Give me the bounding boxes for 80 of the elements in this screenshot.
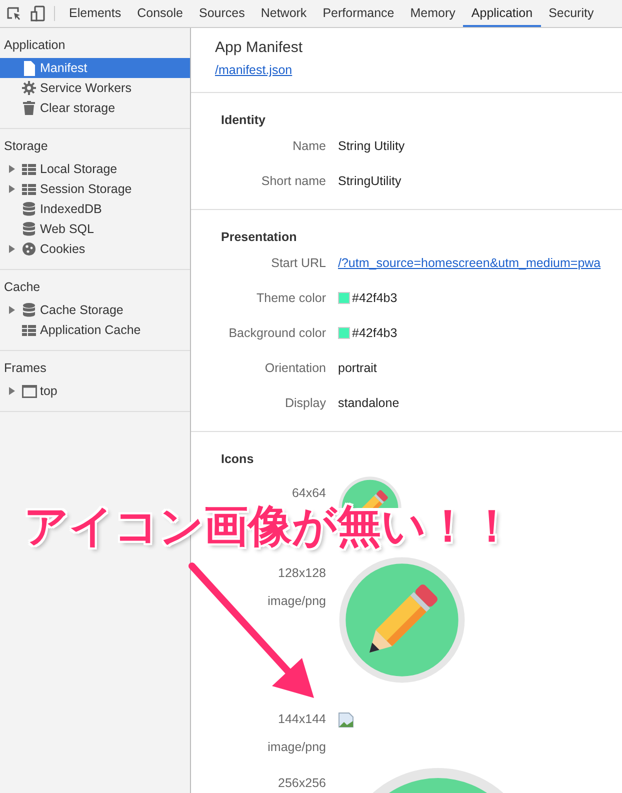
item-label: Cookies: [40, 242, 86, 256]
field-label: Background color: [228, 326, 326, 340]
field-label: Orientation: [264, 361, 326, 375]
expand-triangle-icon[interactable]: [8, 245, 16, 253]
field-label: Short name: [260, 174, 326, 188]
grid-icon: [22, 184, 36, 194]
item-label: Application Cache: [40, 323, 141, 337]
tab[interactable]: Console: [129, 0, 191, 27]
expand-triangle-icon[interactable]: [8, 165, 16, 173]
sidebar-item[interactable]: Service Workers: [0, 78, 190, 98]
field-value: StringUtility: [338, 174, 402, 188]
tab[interactable]: Application: [463, 0, 541, 27]
section-title: Icons: [220, 452, 255, 466]
section-heading: Cache: [3, 279, 42, 296]
item-label: Cache Storage: [40, 303, 124, 317]
field-value: String Utility: [338, 139, 405, 153]
inspect-icon[interactable]: [6, 6, 22, 22]
page-title: App Manifest: [215, 39, 304, 56]
tab[interactable]: Elements: [61, 0, 130, 27]
trash-icon: [23, 101, 35, 115]
section-title: Presentation: [220, 230, 298, 244]
sidebar-item[interactable]: Clear storage: [0, 98, 190, 118]
grid-icon: [22, 324, 36, 336]
gear-icon: [22, 81, 36, 95]
icon-size: 64x64: [290, 486, 326, 502]
expand-triangle-icon[interactable]: [8, 185, 16, 193]
section-heading: Application: [3, 37, 66, 54]
item-label: Session Storage: [40, 182, 132, 196]
tab[interactable]: Network: [252, 0, 315, 27]
database-icon: [23, 202, 35, 216]
database-icon: [23, 222, 35, 236]
item-label: Manifest: [40, 61, 88, 75]
sidebar-item[interactable]: Manifest: [0, 58, 190, 78]
icon-size: 256x256: [277, 776, 326, 792]
icon-type: image/png: [266, 594, 326, 610]
sidebar-item[interactable]: Cookies: [0, 239, 190, 259]
item-label: IndexedDB: [40, 202, 102, 216]
sidebar-item[interactable]: top: [0, 381, 190, 401]
sidebar-item[interactable]: Application Cache: [0, 320, 190, 340]
field-value: #42f4b3: [352, 291, 398, 305]
device-icon[interactable]: [30, 5, 46, 22]
manifest-link[interactable]: /manifest.json: [215, 63, 292, 77]
cookie-icon: [22, 242, 36, 256]
field-label: Name: [292, 139, 326, 153]
section-heading: Storage: [3, 138, 49, 155]
start-url-link[interactable]: /?utm_source=homescreen&utm_medium=pwa: [338, 256, 601, 270]
sidebar-item[interactable]: Session Storage: [0, 179, 190, 199]
tab[interactable]: Sources: [190, 0, 253, 27]
expand-triangle-icon[interactable]: [8, 306, 16, 314]
field-value: portrait: [338, 361, 377, 375]
window-icon: [22, 384, 36, 398]
sidebar-item[interactable]: Cache Storage: [0, 300, 190, 320]
broken-image-icon: [338, 712, 354, 728]
item-label: Clear storage: [40, 101, 116, 115]
pencil-app-icon: [338, 556, 466, 684]
field-value: standalone: [338, 396, 400, 410]
file-icon: [22, 60, 36, 76]
item-label: top: [40, 384, 58, 398]
annotation-text: アイコン画像が無い！！: [24, 505, 514, 549]
sidebar-item[interactable]: IndexedDB: [0, 199, 190, 219]
sidebar-item[interactable]: Web SQL: [0, 219, 190, 239]
field-label: Display: [284, 396, 326, 410]
icon-size: 128x128: [277, 566, 326, 582]
expand-triangle-icon[interactable]: [8, 387, 16, 395]
item-label: Web SQL: [40, 222, 94, 236]
icon-size: 144x144: [277, 712, 326, 728]
sidebar-item[interactable]: Local Storage: [0, 159, 190, 179]
field-label: Start URL: [270, 256, 326, 270]
item-label: Local Storage: [40, 162, 118, 176]
section-title: Identity: [220, 113, 266, 127]
field-value: #42f4b3: [352, 326, 398, 340]
item-label: Service Workers: [40, 81, 132, 95]
icon-type: image/png: [266, 740, 326, 756]
database-icon: [23, 303, 35, 317]
section-heading: Frames: [3, 360, 48, 377]
grid-icon: [22, 164, 36, 174]
tab[interactable]: Security: [540, 0, 602, 27]
field-label: Theme color: [256, 291, 326, 305]
tab[interactable]: Performance: [314, 0, 402, 27]
tab[interactable]: Memory: [402, 0, 464, 27]
